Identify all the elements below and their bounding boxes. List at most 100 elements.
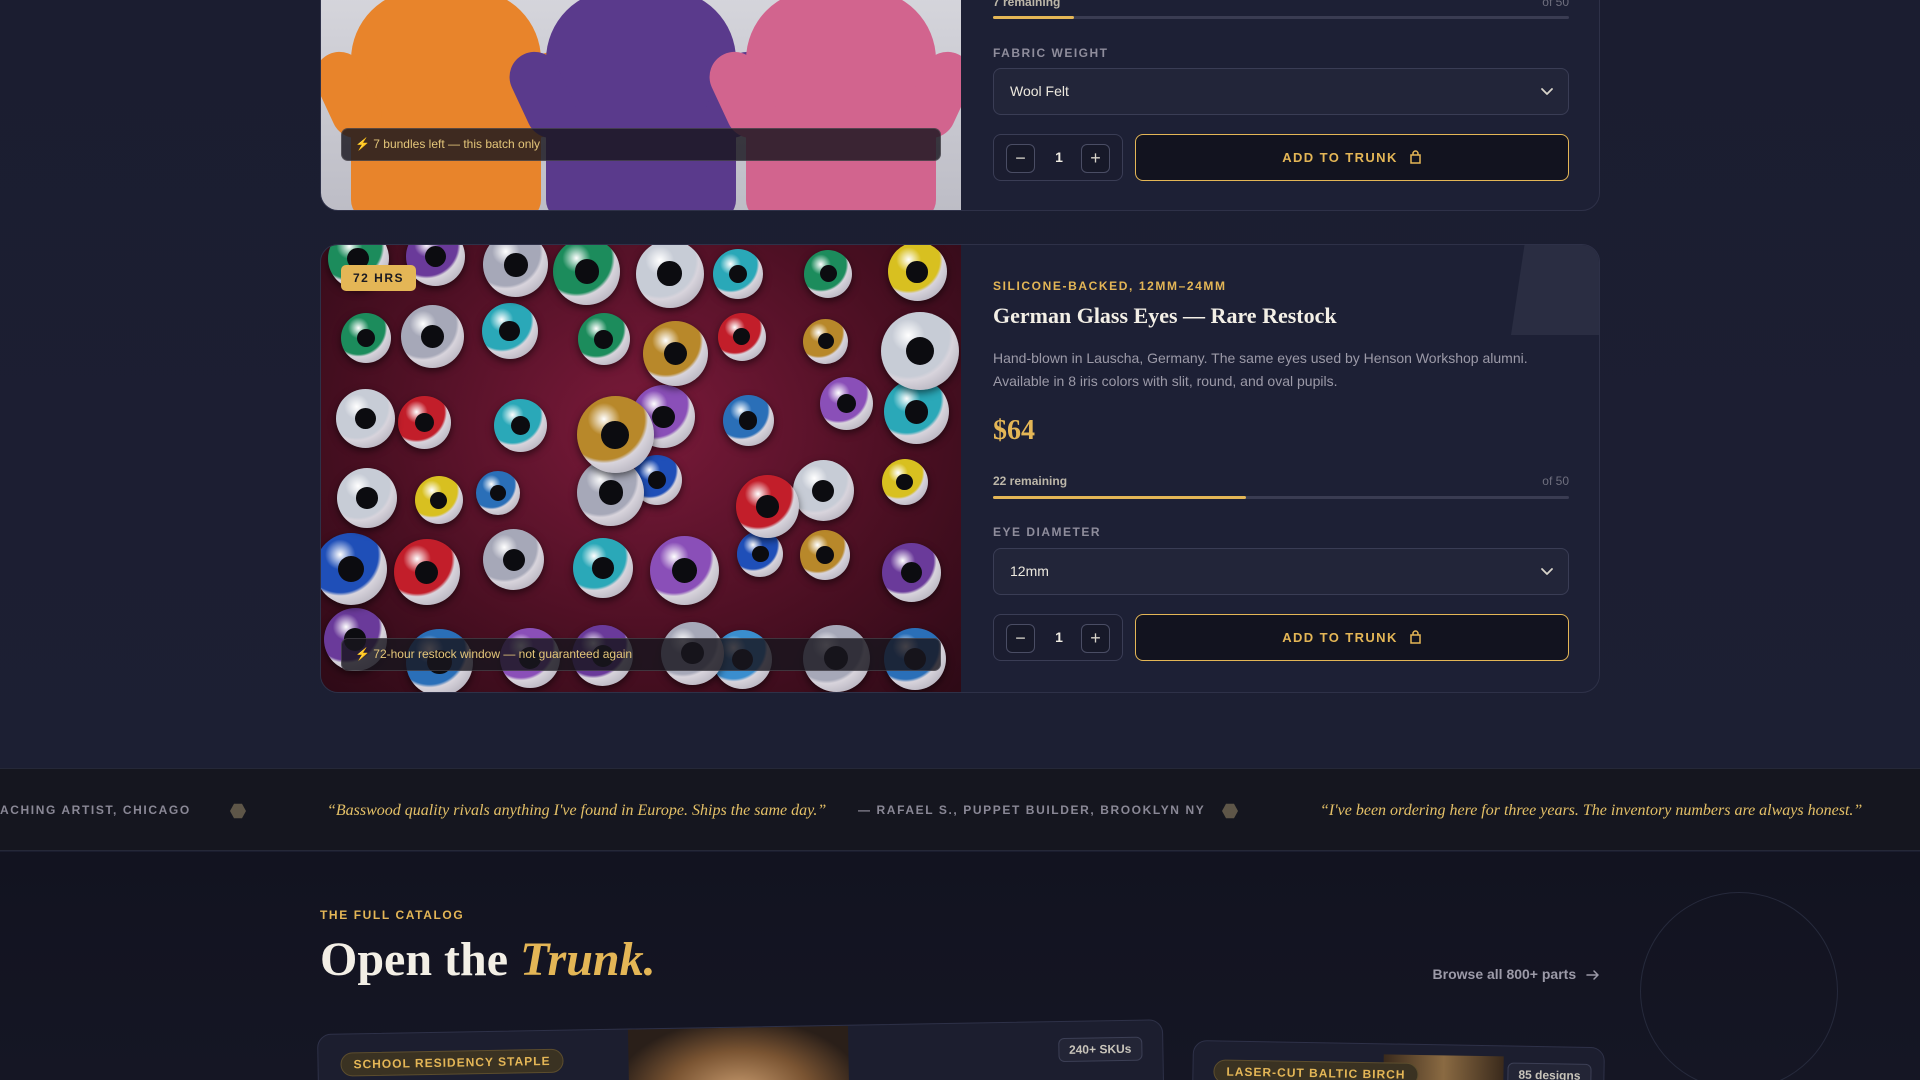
- plus-icon: +: [1090, 628, 1101, 648]
- corner-decoration: [1511, 245, 1599, 335]
- product-price: $64: [993, 415, 1035, 446]
- decrease-quantity-button[interactable]: −: [1006, 624, 1035, 653]
- tile-count-badge: 240+ SKUs: [1057, 1036, 1143, 1063]
- glass-eye: [819, 377, 873, 431]
- glass-eye: [881, 458, 928, 505]
- catalog-eyebrow: THE FULL CATALOG: [320, 908, 465, 922]
- quantity-value[interactable]: 1: [1044, 135, 1074, 180]
- catalog-tile[interactable]: LASER-CUT BALTIC BIRCH 85 designs: [1191, 1040, 1605, 1080]
- browse-all-link[interactable]: Browse all 800+ parts: [1433, 966, 1600, 982]
- stock-row: 22 remaining of 50: [993, 474, 1569, 488]
- glass-eye: [481, 303, 538, 360]
- tile-photo: [627, 1025, 850, 1080]
- add-to-trunk-button[interactable]: ADD TO TRUNK: [1135, 134, 1569, 181]
- add-to-trunk-button[interactable]: ADD TO TRUNK: [1135, 614, 1569, 661]
- glass-eye: [800, 529, 851, 580]
- product-card-felt-mitts: ⚡ 7 bundles left — this batch only 7 rem…: [320, 0, 1600, 211]
- stock-progress-fill: [993, 496, 1247, 499]
- minus-icon: −: [1015, 628, 1026, 648]
- glass-eye: [483, 529, 545, 591]
- stock-remaining: 22 remaining: [993, 474, 1068, 488]
- glass-eye: [635, 245, 704, 308]
- hexagon-icon: [230, 803, 246, 819]
- glass-eye: [576, 396, 654, 474]
- glass-eye: [722, 394, 774, 446]
- quantity-stepper: − 1 +: [993, 614, 1123, 661]
- product-details: SILICONE-BACKED, 12MM–24MM German Glass …: [993, 245, 1599, 692]
- select-value: Wool Felt: [1010, 83, 1069, 99]
- glass-eye: [650, 535, 720, 605]
- option-label: EYE DIAMETER: [993, 525, 1102, 539]
- catalog-tile[interactable]: SCHOOL RESIDENCY STAPLE 240+ SKUs: [317, 1019, 1165, 1080]
- bag-icon: [1410, 630, 1421, 644]
- glass-eye: [643, 320, 709, 386]
- testimonial-ticker: ACHING ARTIST, CHICAGO “Basswood quality…: [0, 768, 1920, 851]
- product-title: German Glass Eyes — Rare Restock: [993, 303, 1337, 328]
- testimonial-attribution: ACHING ARTIST, CHICAGO: [0, 803, 191, 817]
- glass-eye: [414, 476, 463, 525]
- select-value: 12mm: [1010, 563, 1049, 579]
- scarcity-caption: ⚡ 72-hour restock window — not guarantee…: [341, 638, 941, 671]
- decrease-quantity-button[interactable]: −: [1006, 144, 1035, 173]
- fabric-weight-select[interactable]: Wool Felt: [993, 68, 1569, 115]
- product-description: Hand-blown in Lauscha, Germany. The same…: [993, 350, 1528, 389]
- bag-icon: [1410, 150, 1421, 164]
- glass-eye: [803, 318, 849, 364]
- testimonial-quote: “Basswood quality rivals anything I've f…: [327, 802, 827, 819]
- product-section: ⚡ 7 bundles left — this batch only 7 rem…: [0, 0, 1920, 768]
- glass-eye: [737, 531, 784, 578]
- increase-quantity-button[interactable]: +: [1081, 144, 1110, 173]
- chevron-down-icon: [1541, 568, 1553, 575]
- glass-eye: [792, 460, 854, 522]
- stock-row: 7 remaining of 50: [993, 0, 1569, 9]
- product-details: 7 remaining of 50 FABRIC WEIGHT Wool Fel…: [993, 0, 1569, 210]
- glass-eye: [804, 249, 853, 298]
- chevron-down-icon: [1541, 88, 1553, 95]
- stock-progress-fill: [993, 16, 1074, 19]
- stock-total: of 50: [1542, 0, 1569, 9]
- option-label: FABRIC WEIGHT: [993, 46, 1109, 60]
- catalog-section: THE FULL CATALOG Open the Trunk. Browse …: [0, 852, 1920, 1080]
- glass-eye: [573, 537, 634, 598]
- product-image-glass-eyes: 72 HRS ⚡ 72-hour restock window — not gu…: [321, 245, 961, 692]
- product-image-felt-mitts: ⚡ 7 bundles left — this batch only: [321, 0, 961, 210]
- tile-tag: SCHOOL RESIDENCY STAPLE: [340, 1048, 564, 1077]
- tile-tag: LASER-CUT BALTIC BIRCH: [1213, 1059, 1419, 1080]
- glass-eye: [887, 245, 947, 302]
- eye-diameter-select[interactable]: 12mm: [993, 548, 1569, 595]
- glass-eye: [717, 312, 766, 361]
- testimonial-attribution: — RAFAEL S., PUPPET BUILDER, BROOKLYN NY: [858, 803, 1206, 817]
- glass-eye: [553, 245, 621, 305]
- glass-eye: [393, 539, 460, 606]
- tile-count-badge: 85 designs: [1507, 1062, 1592, 1080]
- product-eyebrow: SILICONE-BACKED, 12MM–24MM: [993, 279, 1227, 293]
- glass-eye: [493, 399, 547, 453]
- quantity-value[interactable]: 1: [1044, 615, 1074, 660]
- minus-icon: −: [1015, 148, 1026, 168]
- decorative-ring: [1640, 892, 1838, 1080]
- add-to-trunk-label: ADD TO TRUNK: [1282, 150, 1398, 165]
- time-limit-badge: 72 HRS: [341, 265, 417, 291]
- testimonial-quote: “I've been ordering here for three years…: [1320, 802, 1863, 819]
- hexagon-icon: [1222, 803, 1238, 819]
- catalog-heading-emphasis: Trunk.: [520, 933, 656, 986]
- glass-eye: [483, 245, 549, 298]
- arrow-right-icon: [1586, 970, 1599, 980]
- stock-progress-bar: [993, 16, 1569, 19]
- increase-quantity-button[interactable]: +: [1081, 624, 1110, 653]
- glass-eye: [336, 388, 396, 448]
- purple-felt-mitt: [501, 0, 781, 210]
- stock-remaining: 7 remaining: [993, 0, 1061, 9]
- stock-progress-bar: [993, 496, 1569, 499]
- stock-total: of 50: [1542, 474, 1569, 488]
- glass-eye: [340, 312, 391, 363]
- catalog-heading-plain: Open the: [320, 933, 521, 986]
- scarcity-caption: ⚡ 7 bundles left — this batch only: [341, 128, 941, 161]
- glass-eye: [337, 468, 398, 529]
- glass-eye: [475, 471, 520, 516]
- glass-eye: [735, 474, 799, 538]
- plus-icon: +: [1090, 148, 1101, 168]
- quantity-stepper: − 1 +: [993, 134, 1123, 181]
- orange-felt-mitt: [321, 0, 586, 210]
- glass-eye: [398, 396, 452, 450]
